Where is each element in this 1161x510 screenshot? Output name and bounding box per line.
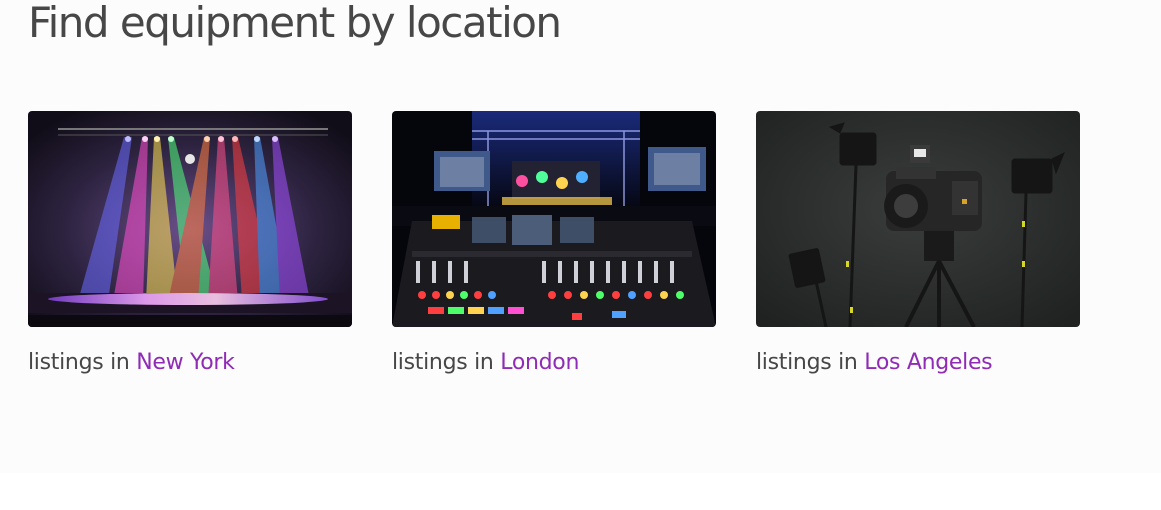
location-card-london: listings in London	[392, 111, 716, 376]
section-title: Find equipment by location	[28, 0, 562, 47]
location-card-new-york: listings in New York	[28, 111, 352, 376]
stage-lights-image	[28, 111, 352, 327]
city-link-los-angeles[interactable]: Los Angeles	[864, 350, 992, 375]
caption-prefix: listings in	[756, 350, 858, 375]
location-caption: listings in Los Angeles	[756, 350, 1080, 376]
caption-prefix: listings in	[28, 350, 130, 375]
location-caption: listings in New York	[28, 350, 352, 376]
city-link-new-york[interactable]: New York	[136, 350, 235, 375]
london-image-link[interactable]	[392, 111, 716, 327]
new-york-image-link[interactable]	[28, 111, 352, 327]
concert-mixing-desk-image	[392, 111, 716, 327]
camera-and-lights-image	[756, 111, 1080, 327]
locations-section: Find equipment by location listings in N…	[0, 0, 1161, 473]
caption-prefix: listings in	[392, 350, 494, 375]
location-card-los-angeles: listings in Los Angeles	[756, 111, 1080, 376]
city-link-london[interactable]: London	[500, 350, 579, 375]
location-caption: listings in London	[392, 350, 716, 376]
los-angeles-image-link[interactable]	[756, 111, 1080, 327]
